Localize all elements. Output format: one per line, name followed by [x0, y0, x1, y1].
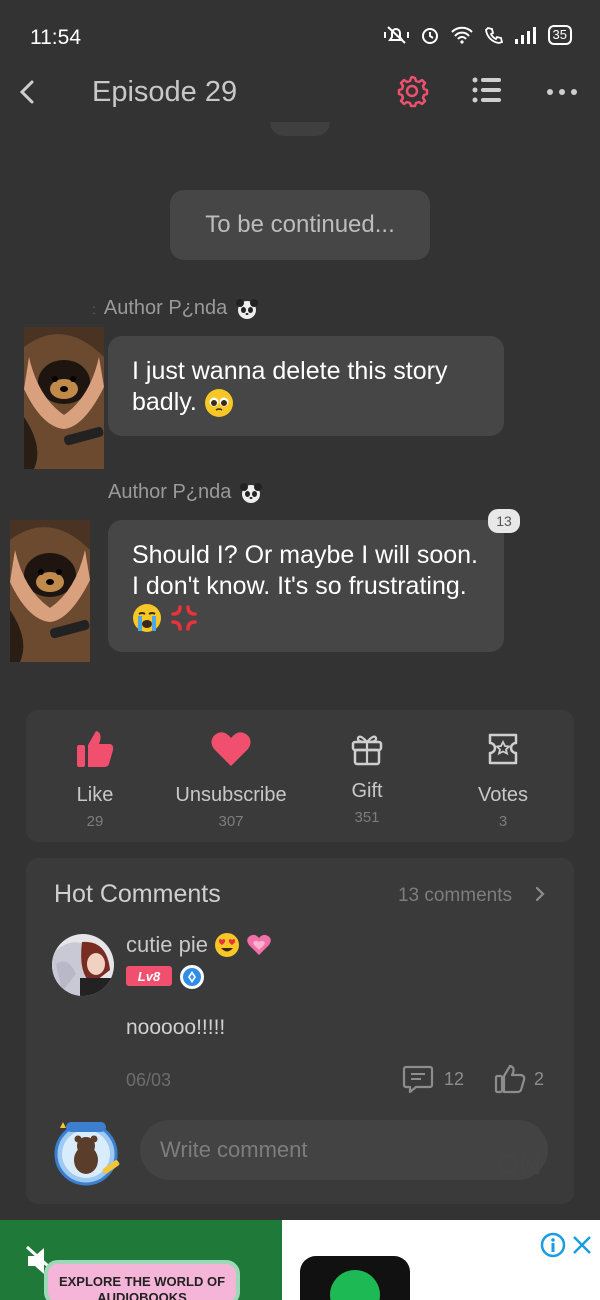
- commenter-name[interactable]: cutie pie: [126, 932, 272, 958]
- chapter-list-button[interactable]: [470, 76, 504, 109]
- author-marker: :: [92, 300, 96, 317]
- like-button[interactable]: Like 29: [30, 726, 160, 830]
- dog-photo: [24, 327, 104, 469]
- unsubscribe-label: Unsubscribe: [175, 784, 287, 806]
- votes-button[interactable]: Votes 3: [438, 726, 568, 830]
- dog-photo: [10, 520, 90, 662]
- verified-badge: [180, 965, 204, 989]
- unsubscribe-count: 307: [218, 813, 244, 830]
- spotify-logo-icon: [330, 1270, 380, 1300]
- pleading-face-emoji: [204, 389, 233, 418]
- gift-icon: [351, 735, 383, 766]
- gift-button[interactable]: Gift 351: [302, 726, 432, 826]
- volte-call-icon: [484, 27, 503, 44]
- close-icon: [573, 1236, 591, 1254]
- list-icon: [472, 77, 501, 103]
- ad-headline: EXPLORE THE WORLD OF AUDIOBOOKS: [44, 1260, 240, 1300]
- comment-bubble-icon: [402, 1065, 434, 1094]
- info-icon: [540, 1232, 566, 1258]
- more-dots-icon: [547, 89, 577, 95]
- episode-actions: Like 29 Unsubscribe 307 Gift 351 Votes 3: [26, 710, 574, 842]
- ad-app-icon: [300, 1256, 410, 1300]
- battery-icon: 35: [547, 25, 572, 45]
- page-title: Episode 29: [92, 76, 238, 108]
- my-avatar[interactable]: [52, 1120, 124, 1186]
- author-avatar[interactable]: [24, 327, 104, 469]
- status-time: 11:54: [30, 26, 81, 49]
- level-badge: Lv8: [126, 966, 172, 986]
- ad-close-button[interactable]: [570, 1232, 594, 1263]
- votes-label: Votes: [477, 784, 529, 806]
- paragraph-comment-badge[interactable]: 13: [488, 509, 520, 533]
- thumbs-up-outline-icon: [494, 1064, 526, 1094]
- author-name: Author P¿nda: [108, 481, 263, 504]
- comment-date: 06/03: [126, 1070, 172, 1090]
- gift-label: Gift: [351, 780, 383, 802]
- wifi-icon: [450, 26, 473, 44]
- settings-button[interactable]: [395, 74, 429, 113]
- ad-info-button[interactable]: [540, 1232, 566, 1263]
- commenter-username: cutie pie: [126, 932, 208, 957]
- more-button[interactable]: [546, 84, 578, 102]
- thumbs-up-icon: [77, 731, 114, 767]
- ad-banner[interactable]: EXPLORE THE WORLD OF AUDIOBOOKS: [0, 1220, 600, 1300]
- unsubscribe-button[interactable]: Unsubscribe 307: [166, 726, 296, 830]
- status-icons: 35: [383, 24, 572, 46]
- heart-eyes-emoji: [214, 933, 239, 957]
- author-name: : Author P¿nda: [92, 297, 259, 320]
- author-avatar[interactable]: [10, 520, 90, 662]
- author-label: Author P¿nda: [103, 297, 228, 319]
- message-bubble: I just wanna delete this story badly.: [108, 336, 504, 436]
- message-text: Should I? Or maybe I will soon. I don't …: [132, 541, 478, 600]
- growing-heart-emoji: [247, 934, 271, 955]
- votes-count: 3: [498, 813, 508, 830]
- panda-icon: [240, 482, 263, 503]
- diamond-icon: [183, 968, 201, 986]
- crying-face-emoji: [133, 604, 161, 633]
- hot-comments-section: Hot Comments 13 comments cutie pie Lv8 n…: [26, 858, 574, 1204]
- anger-symbol-emoji: [171, 605, 197, 632]
- gear-icon: [397, 75, 429, 108]
- chevron-left-icon: [19, 80, 34, 104]
- writer-badge-avatar: [54, 1122, 120, 1186]
- status-bar: 11:54 35: [0, 0, 600, 66]
- commenter-avatar[interactable]: [52, 934, 114, 996]
- like-label: Like: [76, 784, 114, 806]
- chevron-right-icon[interactable]: [534, 885, 546, 903]
- write-comment-input[interactable]: [140, 1120, 548, 1180]
- message-bubble: Should I? Or maybe I will soon. I don't …: [108, 520, 504, 652]
- author-label: Author P¿nda: [108, 481, 232, 503]
- back-button[interactable]: [14, 74, 44, 110]
- vote-ticket-icon: [488, 733, 518, 765]
- comment-like-button[interactable]: 2: [494, 1064, 544, 1094]
- like-count: 29: [86, 813, 104, 830]
- comment-count-link[interactable]: 13 comments: [398, 885, 512, 907]
- comment-like-count: 2: [534, 1068, 545, 1089]
- scroll-indicator: [270, 122, 330, 136]
- watermark-logo: ON: [496, 1148, 541, 1181]
- message-text: I just wanna delete this story badly.: [132, 357, 448, 416]
- hot-comments-title: Hot Comments: [54, 880, 221, 908]
- comment-text: nooooo!!!!!: [126, 1016, 226, 1039]
- gift-count: 351: [354, 809, 380, 826]
- heart-icon: [211, 732, 251, 766]
- signal-icon: [514, 27, 536, 44]
- reply-button[interactable]: 12: [402, 1064, 464, 1094]
- panda-icon: [236, 298, 259, 319]
- anime-avatar-image: [52, 934, 114, 996]
- alarm-icon: [421, 28, 438, 44]
- mute-vibrate-icon: [383, 26, 409, 44]
- top-bar: Episode 29: [0, 66, 600, 120]
- reply-count: 12: [444, 1068, 465, 1089]
- to-be-continued-label: To be continued...: [170, 190, 430, 260]
